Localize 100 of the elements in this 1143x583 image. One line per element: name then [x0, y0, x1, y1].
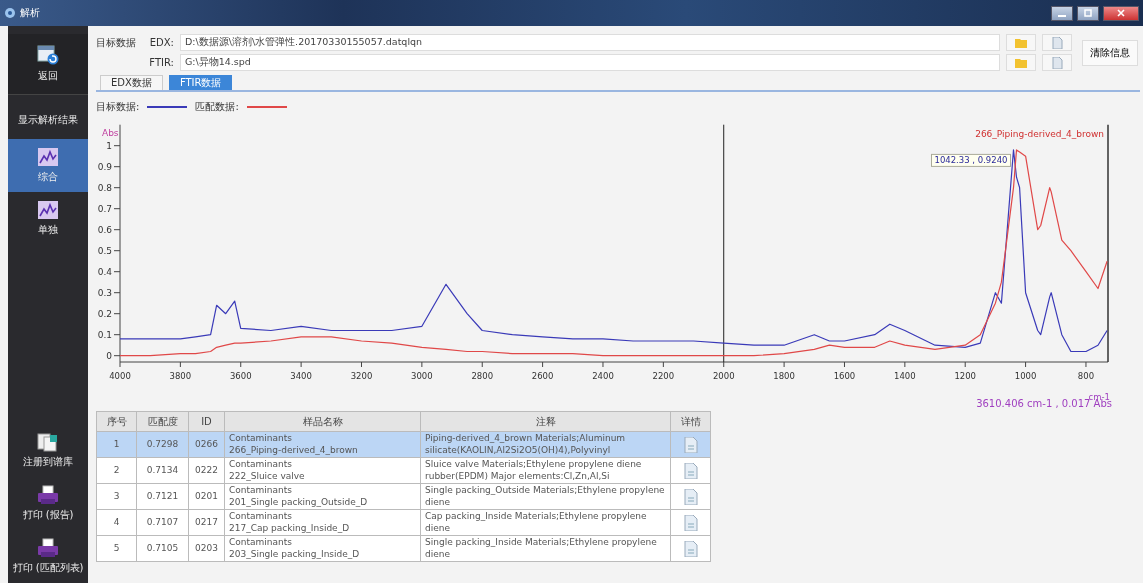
document-icon: [683, 540, 698, 557]
path-field[interactable]: G:\异物14.spd: [180, 54, 1000, 71]
table-cell: 4: [96, 509, 137, 536]
axis-tick-label: 1: [106, 140, 112, 151]
chart-icon: [37, 147, 59, 167]
axis-tick-label: 4000: [109, 371, 131, 381]
sidebar-item[interactable]: 打印 (报告): [8, 477, 88, 530]
table-cell: Contaminants 222_Sluice valve: [224, 457, 421, 484]
table-cell: Sluice valve Materials;Ethylene propylene diene rubber(EPDM) Major elements:Cl,Zn,Al,Si: [420, 457, 671, 484]
table-cell: Contaminants 266_Piping-derived_4_brown: [224, 431, 421, 458]
document-icon: [683, 514, 698, 531]
folder-icon: [1015, 36, 1027, 49]
chart-icon: [37, 200, 59, 220]
table-cell: Contaminants 203_Single packing_Inside_D: [224, 535, 421, 562]
path-field[interactable]: D:\数据源\溶剂\水管弹性.20170330155057.datqlqn: [180, 34, 1000, 51]
column-header: 样品名称: [224, 411, 421, 432]
file-button[interactable]: [1042, 34, 1072, 51]
table-cell: 2: [96, 457, 137, 484]
document-icon: [683, 488, 698, 505]
axis-tick-label: 2200: [652, 371, 675, 381]
axis-tick-label: 800: [1077, 371, 1095, 381]
table-row[interactable]: 2 0.7134 0222 Contaminants 222_Sluice valve Sluice valve Materials;Ethylene propylene diene rubber(EPDM) Major elements:Cl,Zn,Al,Si: [96, 457, 711, 484]
column-header: 序号: [96, 411, 137, 432]
axis-title: Abs: [102, 128, 119, 138]
documents-icon: [37, 432, 59, 452]
table-row[interactable]: 3 0.7121 0201 Contaminants 201_Single packing_Outside_D Single packing_Outside Materials;Ethylene propylene diene: [96, 483, 711, 510]
clear-button[interactable]: 清除信息: [1082, 39, 1138, 66]
minimize-icon: [1058, 15, 1066, 17]
document-icon: [683, 436, 698, 453]
legend-label: 目标数据:: [96, 100, 140, 114]
table-cell: Single packing_Inside Materials;Ethylene propylene diene: [420, 535, 671, 562]
maximize-icon: [1083, 8, 1093, 18]
peak-label: 266_Piping-derived_4_brown: [975, 129, 1104, 140]
axis-tick-label: 3000: [411, 371, 433, 381]
source-label: 目标数据: [96, 35, 137, 50]
window-title: 解析: [20, 6, 40, 20]
table-row[interactable]: 4 0.7107 0217 Contaminants 217_Cap packing_Inside_D Cap packing_Inside Materials;Ethylene propylene diene: [96, 509, 711, 536]
maximize-button[interactable]: [1077, 5, 1099, 21]
axis-tick-label: 3600: [229, 371, 252, 381]
minimize-button[interactable]: [1051, 5, 1073, 21]
tab[interactable]: EDX数据: [100, 75, 163, 90]
table-cell: Piping-derived_4_brown Materials;Aluminum silicate(KAOLIN,Al2Si2O5(OH)4),Polyvinyl: [420, 431, 671, 458]
axis-tick-label: 1800: [773, 371, 795, 381]
close-button[interactable]: [1103, 5, 1139, 21]
axis-tick-label: 3800: [169, 371, 192, 381]
axis-tick-label: 1400: [894, 371, 916, 381]
axis-tick-label: 0.6: [97, 224, 112, 235]
axis-tick-label: 1600: [833, 371, 856, 381]
axis-tick-label: 0.8: [97, 182, 112, 193]
axis-tick-label: 2000: [712, 371, 735, 381]
sidebar-item[interactable]: 综合: [8, 139, 88, 192]
tab[interactable]: FTIR数据: [168, 75, 233, 90]
printer-icon: [37, 485, 59, 505]
table-cell: Cap packing_Inside Materials;Ethylene propylene diene: [420, 509, 671, 536]
column-header: 注释: [420, 411, 671, 432]
axis-tick-label: 2800: [471, 371, 494, 381]
axis-tick-label: 0: [106, 350, 112, 361]
axis-tick-label: 0.7: [97, 203, 112, 214]
folder-button[interactable]: [1006, 34, 1036, 51]
back-icon: [37, 45, 59, 65]
table-cell: Single packing_Outside Materials;Ethylene propylene diene: [420, 483, 671, 510]
column-header: 匹配度: [136, 411, 189, 432]
document-icon: [1051, 36, 1063, 49]
table-row[interactable]: 1 0.7298 0266 Contaminants 266_Piping-derived_4_brown Piping-derived_4_brown Materials;Aluminum silicate(KAOLIN,Al2Si2O5(OH)4),Polyvinyl: [96, 431, 711, 458]
axis-tick-label: 0.1: [97, 329, 112, 340]
legend-line: [246, 106, 287, 108]
axis-tick-label: 2400: [592, 371, 614, 381]
axis-tick-label: 3400: [290, 371, 312, 381]
table-cell: 5: [96, 535, 137, 562]
axis-tick-label: 3200: [350, 371, 373, 381]
sidebar-item[interactable]: 注册到谱库: [8, 424, 88, 477]
axis-tick-label: 0.2: [97, 308, 112, 319]
axis-tick-label: 0.4: [97, 266, 112, 277]
folder-icon: [1015, 56, 1027, 69]
printer-icon: [37, 538, 59, 558]
legend-label: 匹配数据:: [195, 100, 239, 114]
column-header: 详情: [670, 411, 711, 432]
close-icon: [1116, 8, 1126, 18]
file-label: EDX:: [148, 37, 174, 48]
table-row[interactable]: 5 0.7105 0203 Contaminants 203_Single packing_Inside_D Single packing_Inside Materials;Ethylene propylene diene: [96, 535, 711, 562]
file-label: FTIR:: [148, 57, 174, 68]
section-title: 显示解析结果: [17, 113, 79, 127]
axis-tick-label: 1200: [954, 371, 977, 381]
sidebar-item[interactable]: 单独: [8, 192, 88, 245]
legend-line: [147, 106, 188, 108]
axis-tick-label: 0.5: [97, 245, 112, 256]
table-cell: 3: [96, 483, 137, 510]
document-icon: [683, 462, 698, 479]
table-cell: Contaminants 201_Single packing_Outside_D: [224, 483, 421, 510]
table-cell: Contaminants 217_Cap packing_Inside_D: [224, 509, 421, 536]
axis-tick-label: 2600: [531, 371, 554, 381]
folder-button[interactable]: [1006, 54, 1036, 71]
axis-tick-label: 0.3: [97, 287, 112, 298]
back-button[interactable]: 返回: [8, 34, 88, 95]
sidebar-item[interactable]: 打印 (匹配列表): [8, 530, 88, 583]
document-icon: [1051, 56, 1063, 69]
file-button[interactable]: [1042, 54, 1072, 71]
app-icon: [4, 7, 16, 19]
axis-tick-label: 0.9: [97, 161, 112, 172]
tooltip: 1042.33 , 0.9240: [931, 153, 1011, 167]
